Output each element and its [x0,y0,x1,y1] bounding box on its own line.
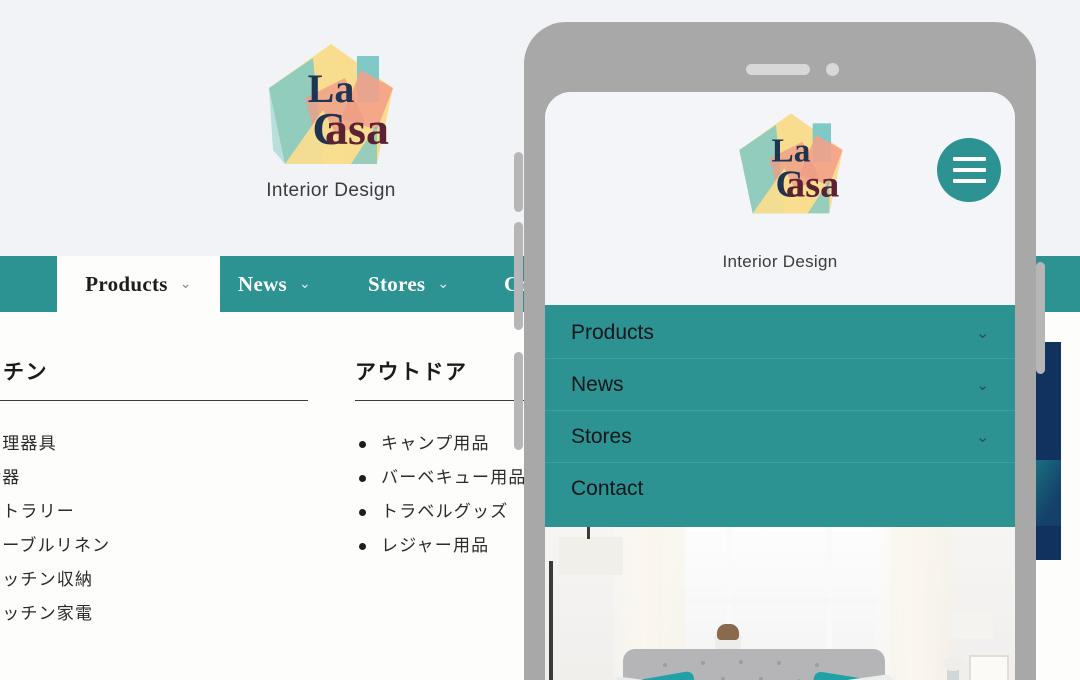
menu-label: Stores [571,424,632,448]
chevron-down-icon: ⌄ [976,376,989,394]
hero-floor-lamp-shade [559,527,623,575]
mobile-header: La C asa Interior Design [545,92,1015,305]
tuft [815,663,819,667]
chevron-down-icon: ⌄ [976,324,989,342]
svg-text:asa: asa [786,164,839,206]
menu-label: Products [571,320,654,344]
svg-text:asa: asa [325,103,389,154]
mega-column-kitchen: キッチン 調理器具 食器 カトラリー テーブルリネン キッチン収納 キッチン家電 [0,356,308,631]
brand-tagline: Interior Design [266,180,396,201]
brand-tagline-mobile: Interior Design [722,252,838,271]
nav-label: Stores [368,271,426,296]
mega-column-list: 調理器具 食器 カトラリー テーブルリネン キッチン収納 キッチン家電 [0,427,308,631]
hamburger-bar [952,157,986,161]
phone-speaker-icon [746,64,810,75]
nav-item-news[interactable]: News ⌄ [238,256,311,312]
phone-mockup: La C asa Interior Design Products ⌄ News… [524,22,1036,680]
menu-label: News [571,372,624,396]
screenshot-root: La C asa Interior Design Products ⌄ News… [0,0,1080,680]
tuft [701,661,705,665]
phone-screen: La C asa Interior Design Products ⌄ News… [545,92,1015,680]
scrollbar-thumb[interactable] [514,222,523,330]
list-item[interactable]: テーブルリネン [0,529,308,563]
hamburger-bar [952,168,986,172]
phone-camera-icon [826,63,839,76]
hero-table-lamp [949,611,993,639]
hero-curtain-right [875,527,953,680]
logo-mark-icon: La C asa [269,44,393,164]
hero-floor-lamp-pole [549,561,553,680]
list-item[interactable]: 調理器具 [0,427,308,461]
list-item[interactable]: キッチン家電 [0,597,308,631]
la-casa-logo-mobile[interactable]: La C asa [736,110,846,220]
chevron-down-icon: ⌄ [299,276,312,292]
list-item[interactable]: 食器 [0,461,308,495]
hero-picture-frame [969,655,1009,680]
hamburger-menu-icon[interactable] [937,138,1001,202]
hero-living-room-image [545,527,1015,680]
nav-label: Products [85,271,168,296]
nav-label: News [238,271,288,296]
mobile-menu-item-stores[interactable]: Stores ⌄ [545,411,1015,463]
tuft [777,661,781,665]
promo-card-image [1033,460,1061,526]
mobile-menu-item-news[interactable]: News ⌄ [545,359,1015,411]
mobile-menu-item-contact[interactable]: Contact [545,463,1015,515]
tuft [739,660,743,664]
mega-column-title: キッチン [0,360,48,384]
divider [0,400,308,401]
tuft [663,663,667,667]
hero-vase [943,657,963,680]
la-casa-logo[interactable]: La C asa [265,40,397,172]
chevron-down-icon: ⌄ [976,428,989,446]
mobile-menu: Products ⌄ News ⌄ Stores ⌄ Contact [545,305,1015,527]
promo-card-partial[interactable] [1033,342,1061,560]
scrollbar-thumb[interactable] [514,152,523,212]
hero-window-sash [663,599,891,603]
mobile-menu-item-products[interactable]: Products ⌄ [545,307,1015,359]
menu-label: Contact [571,477,644,500]
hamburger-bar [952,179,986,183]
list-item[interactable]: カトラリー [0,495,308,529]
nav-item-stores[interactable]: Stores ⌄ [368,256,449,312]
scrollbar-thumb[interactable] [1036,262,1045,374]
logo-mark-icon: La C asa [739,113,843,214]
chevron-down-icon: ⌄ [179,276,192,292]
nav-item-products[interactable]: Products ⌄ [57,256,220,312]
list-item[interactable]: キッチン収納 [0,563,308,597]
chevron-down-icon: ⌄ [437,276,450,292]
scrollbar-thumb[interactable] [514,352,523,450]
